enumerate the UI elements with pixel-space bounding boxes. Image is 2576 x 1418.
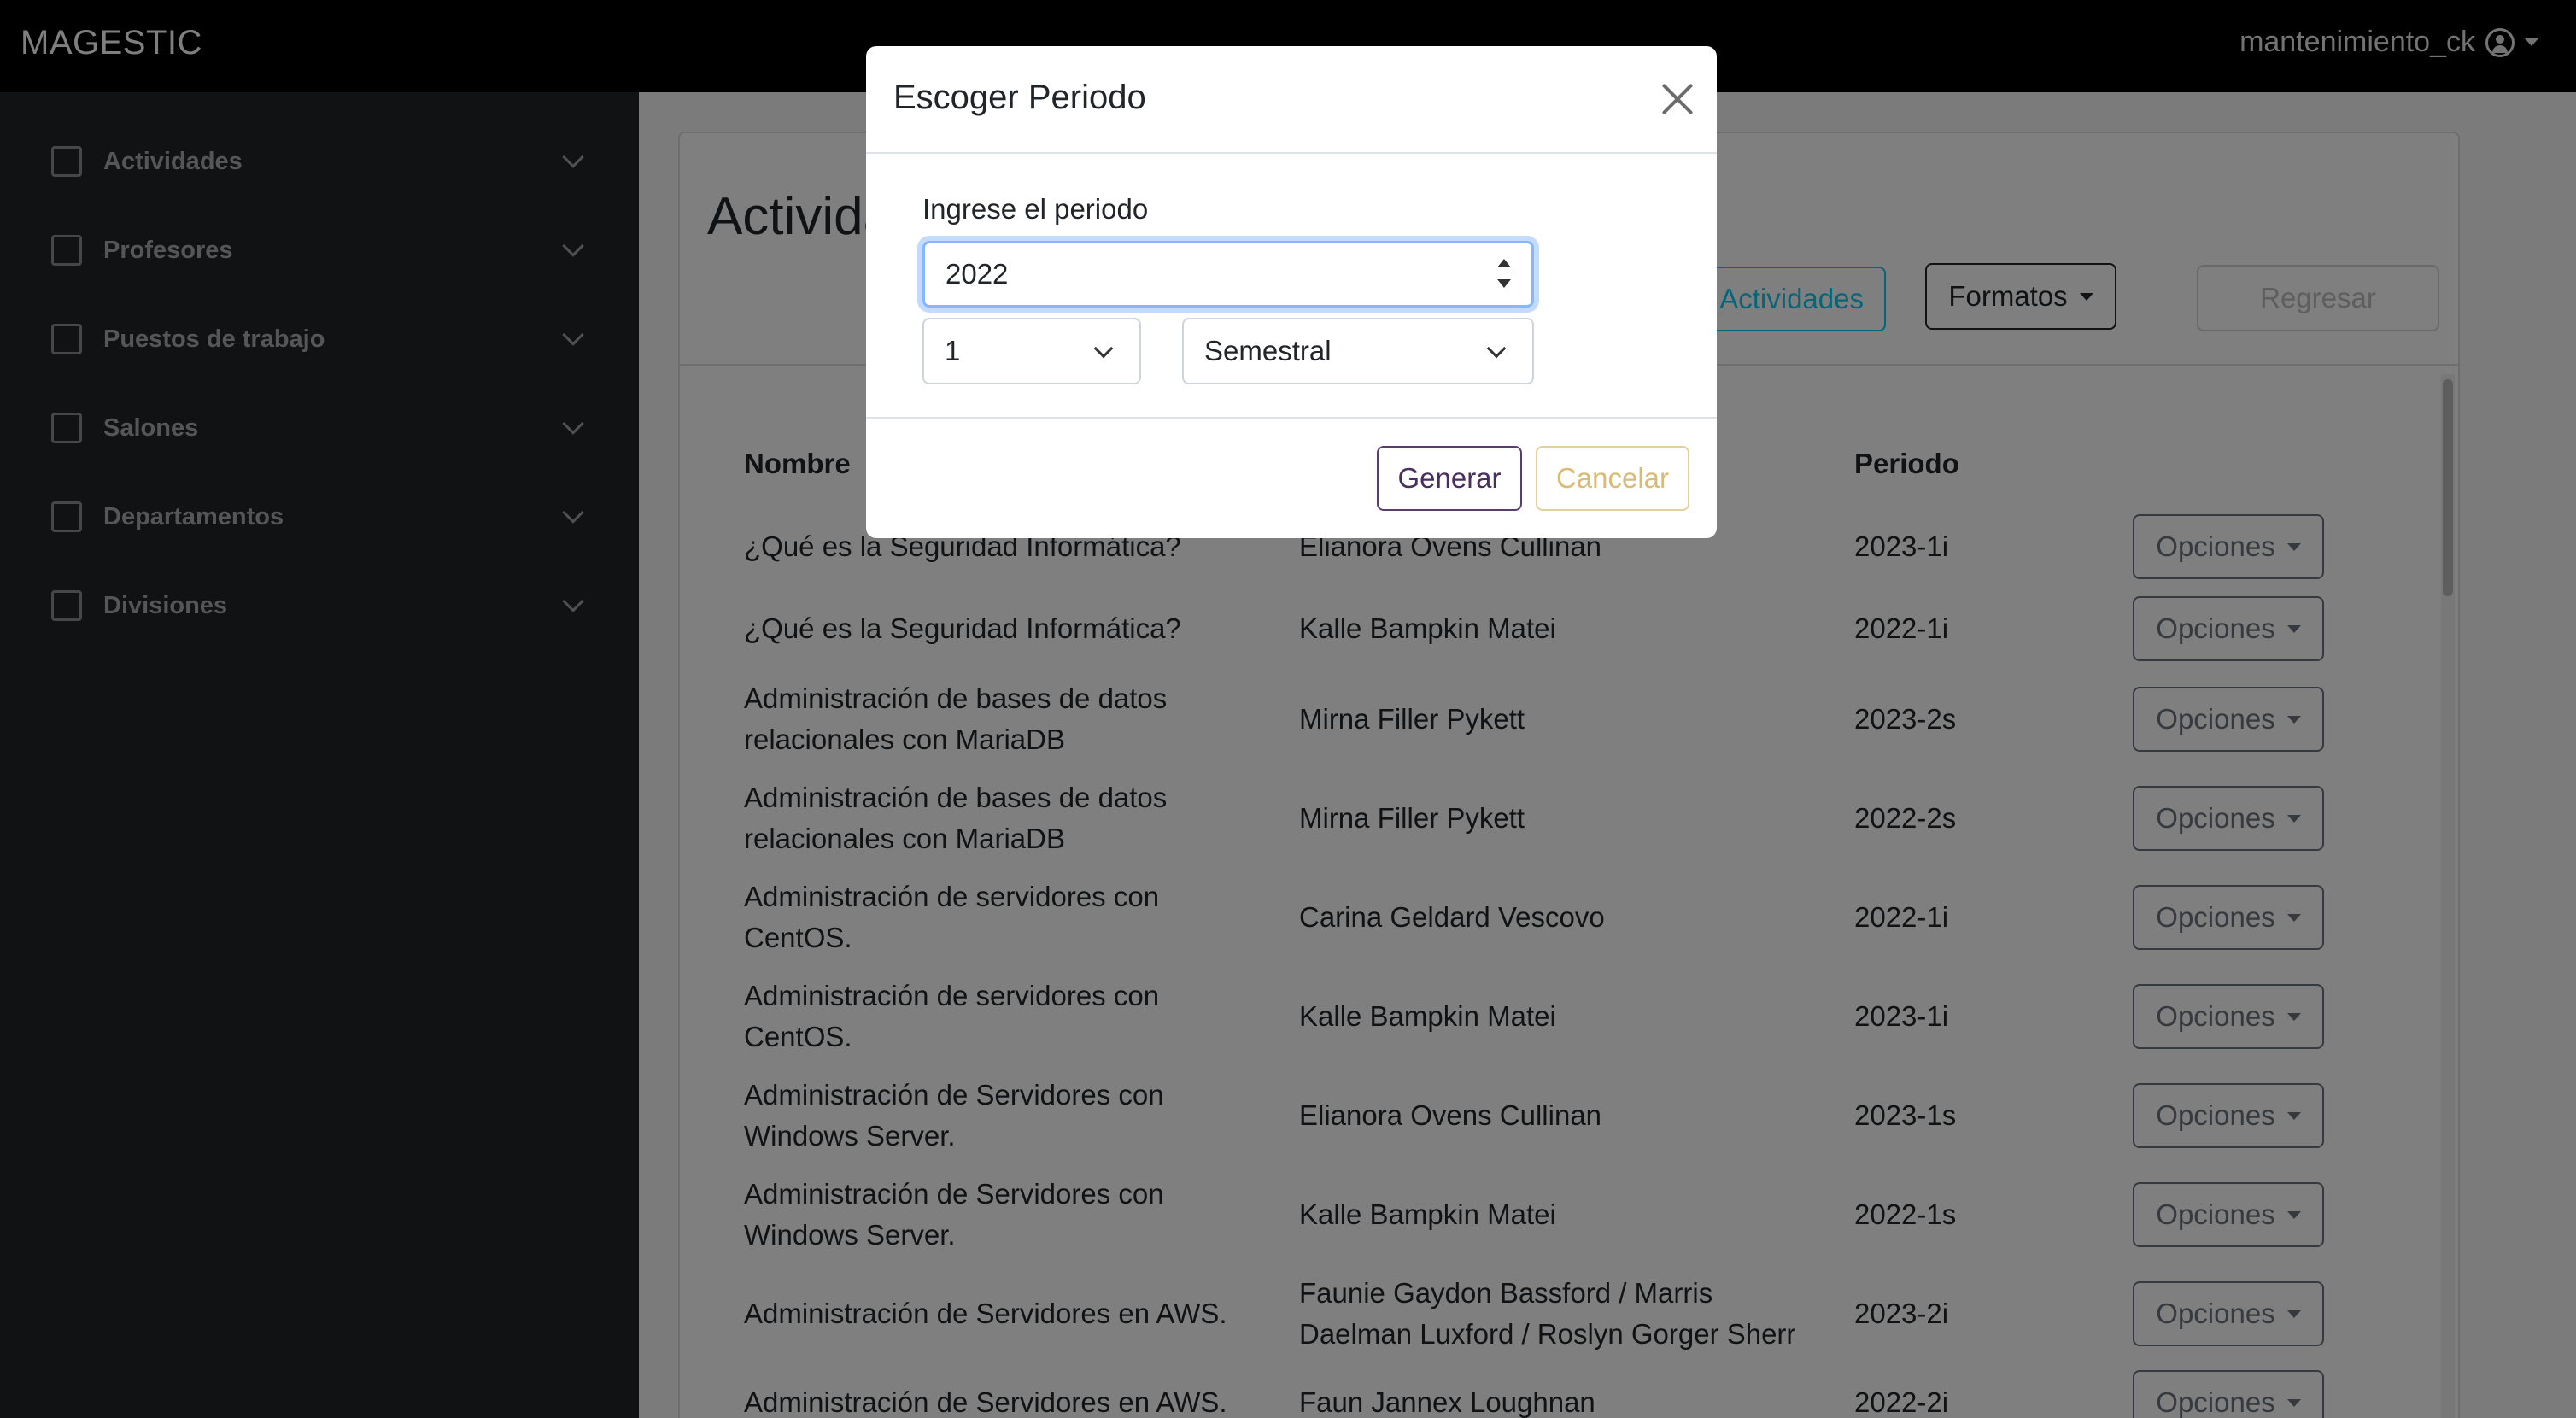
cancelar-button[interactable]: Cancelar [1536, 446, 1689, 511]
period-type-value: Semestral [1204, 335, 1332, 366]
chevron-down-icon [1093, 338, 1114, 359]
year-input[interactable]: 2022 [922, 241, 1534, 308]
modal-header: Escoger Periodo [866, 46, 1717, 154]
modal-footer: Generar Cancelar [866, 417, 1717, 538]
close-icon[interactable] [1660, 82, 1695, 116]
period-number-value: 1 [945, 335, 961, 366]
period-number-select[interactable]: 1 [922, 318, 1141, 384]
year-input-value: 2022 [946, 258, 1009, 290]
periodo-label: Ingrese el periodo [922, 193, 1149, 225]
number-spinner-icon[interactable] [1494, 255, 1514, 295]
chevron-down-icon [1486, 338, 1507, 359]
generar-button[interactable]: Generar [1377, 446, 1522, 511]
modal-title: Escoger Periodo [893, 79, 1146, 116]
period-type-select[interactable]: Semestral [1182, 318, 1534, 384]
escoger-periodo-modal: Escoger Periodo Ingrese el periodo 2022 … [866, 46, 1717, 538]
